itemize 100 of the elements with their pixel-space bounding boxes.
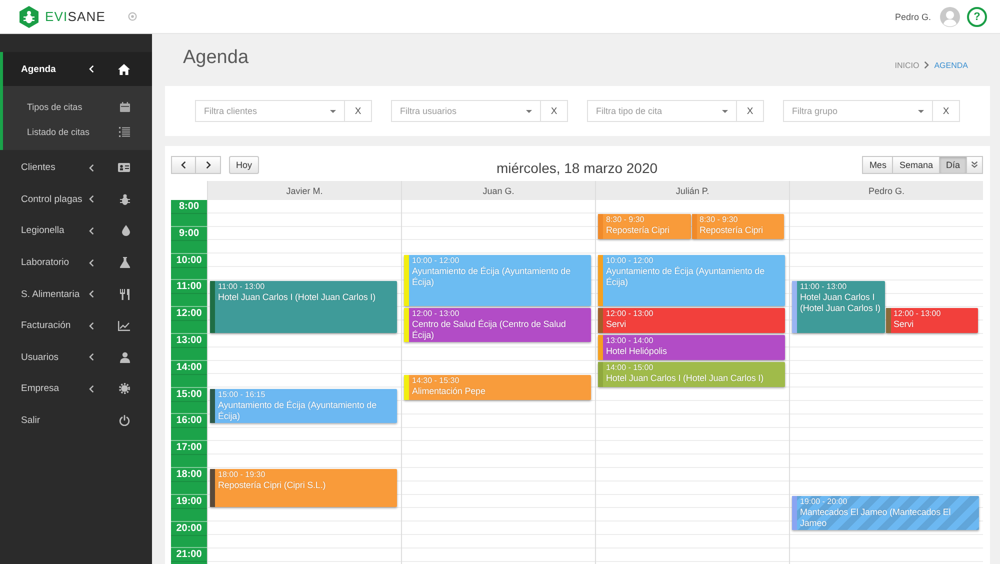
more-views-button[interactable] [967,156,983,174]
avatar-icon [940,6,960,26]
sidebar-item[interactable]: Facturación [0,310,152,342]
clear-button[interactable]: X [541,100,568,122]
chevron-icon [89,164,94,172]
event-title: Hotel Juan Carlos I (Hotel Juan Carlos I) [606,372,764,384]
sidebar-item[interactable]: Legionella [0,215,152,247]
next-button[interactable] [196,156,221,174]
sidebar-item[interactable]: Control plagas [0,184,152,216]
event-title: Ayuntamiento de Écija (Ayuntamiento de Écija) [412,266,572,288]
logo-text: EVISANE [45,9,106,24]
filter-select[interactable]: Filtra usuarios [391,100,541,122]
submenu-item[interactable]: Listado de citas [3,119,152,144]
list-icon [119,126,130,136]
view-tab[interactable]: Semana [893,156,940,174]
sidebar-item[interactable]: Clientes [0,152,152,184]
event-title: Mantecados El Jameo (Mantecados El Jameo [800,506,952,529]
hexagon-logo-icon [18,6,40,28]
view-tab[interactable]: Día [940,156,967,174]
resource-header: Julián P. [595,181,789,200]
hour-label: 17:00 [175,441,203,454]
hour-label: 13:00 [175,334,203,347]
caret-down-icon [526,110,532,113]
hour-label: 12:00 [175,307,203,320]
clear-button[interactable]: X [345,100,372,122]
sidebar-item[interactable]: Usuarios [0,342,152,374]
hour-label: 9:00 [178,226,200,240]
chevron-left-icon [181,160,186,168]
fork-knife-icon [120,288,130,300]
hour-label: 16:00 [175,414,203,428]
sidebar-item[interactable]: Laboratorio [0,246,152,278]
resource-header: Juan G. [401,181,595,200]
line-chart-icon [118,320,130,331]
sidebar-item[interactable]: S. Alimentaria [0,278,152,310]
event-time: 8:30 - 9:30 [606,214,646,226]
page-title: Agenda [183,47,249,69]
chevron-icon [89,195,94,204]
view-tab[interactable]: Mes [862,156,894,174]
event-title: Servi [894,319,915,330]
previous-button[interactable] [171,156,196,174]
event-title: Repostería Cipri [700,225,764,236]
hour-label: 14:00 [175,360,203,374]
hour-label: 18:00 [175,468,203,481]
bug-icon [120,194,130,205]
event-time: 15:00 - 16:15 [218,388,266,400]
sidebar-item[interactable]: Agenda [0,52,152,86]
event-block[interactable]: 12:00 - 13:00 Centro de Salud Écija (Centro de Salud Écija) [404,308,591,342]
hour-label: 11:00 [175,280,203,294]
event-title: Repostería Cipri (Cipri S.L.) [218,480,327,491]
event-block[interactable]: 13:00 - 14:00 Hotel Heliópolis [598,335,785,360]
chevron-icon [89,290,94,298]
chevron-right-icon [924,61,930,69]
event-title: Ayuntamiento de Écija (Ayuntamiento de Écija) [218,400,378,422]
calendar-icon [120,102,130,112]
event-time: 19:00 - 20:00 [800,496,848,507]
event-block[interactable]: 12:00 - 13:00 Servi [598,308,785,333]
caret-down-icon [330,110,336,113]
circle-dot-icon [128,12,137,21]
hour-label: 19:00 [175,494,203,508]
today-button[interactable]: Hoy [229,156,260,174]
submenu-item[interactable]: Tipos de citas [3,94,152,119]
id-card-icon [118,163,130,172]
filter-select[interactable]: Filtra grupo [783,100,933,122]
chevron-icon [89,65,94,73]
event-title: Hotel Juan Carlos I (Hotel Juan Carlos I) [218,292,376,304]
event-time: 12:00 - 13:00 [894,308,942,320]
event-time: 18:00 - 19:30 [218,469,266,480]
resource-header: Pedro G. [789,181,983,200]
clear-button[interactable]: X [933,100,960,122]
sidebar-item[interactable]: Empresa [0,373,152,405]
event-time: 14:00 - 15:00 [606,362,654,373]
event-time: 11:00 - 13:00 [800,281,848,292]
drop-icon [122,225,130,236]
calendar-title: miércoles, 18 marzo 2020 [496,159,658,176]
home-icon [118,64,130,74]
filter-select[interactable]: Filtra clientes [195,100,345,122]
hour-label: 21:00 [175,548,203,562]
event-time: 13:00 - 14:00 [606,335,654,346]
event-block[interactable]: 12:00 - 13:00 Servi [886,308,978,333]
user-name: Pedro G. [894,12,931,22]
event-title: Servi [606,319,628,330]
power-icon [119,415,130,426]
chevron-icon [89,226,94,235]
user-icon [120,352,130,363]
resource-header: Javier M. [207,181,401,200]
double-chevron-down-icon [971,161,978,168]
event-time: 11:00 - 13:00 [218,281,266,292]
chevron-icon [89,353,94,362]
event-time: 10:00 - 12:00 [412,254,460,266]
chevron-icon [89,384,94,393]
hour-label: 20:00 [175,522,203,535]
event-title: Alimentación Pepe [412,386,486,398]
flask-icon [120,257,130,268]
filter-select[interactable]: Filtra tipo de cita [587,100,737,122]
clear-button[interactable]: X [737,100,764,122]
caret-down-icon [918,110,924,113]
sidebar-item[interactable]: Salir [0,404,152,436]
event-title: Ayuntamiento de Écija (Ayuntamiento de Écija) [606,266,766,288]
hour-label: 8:00 [178,200,200,213]
event-title: Hotel Heliópolis [606,346,668,357]
